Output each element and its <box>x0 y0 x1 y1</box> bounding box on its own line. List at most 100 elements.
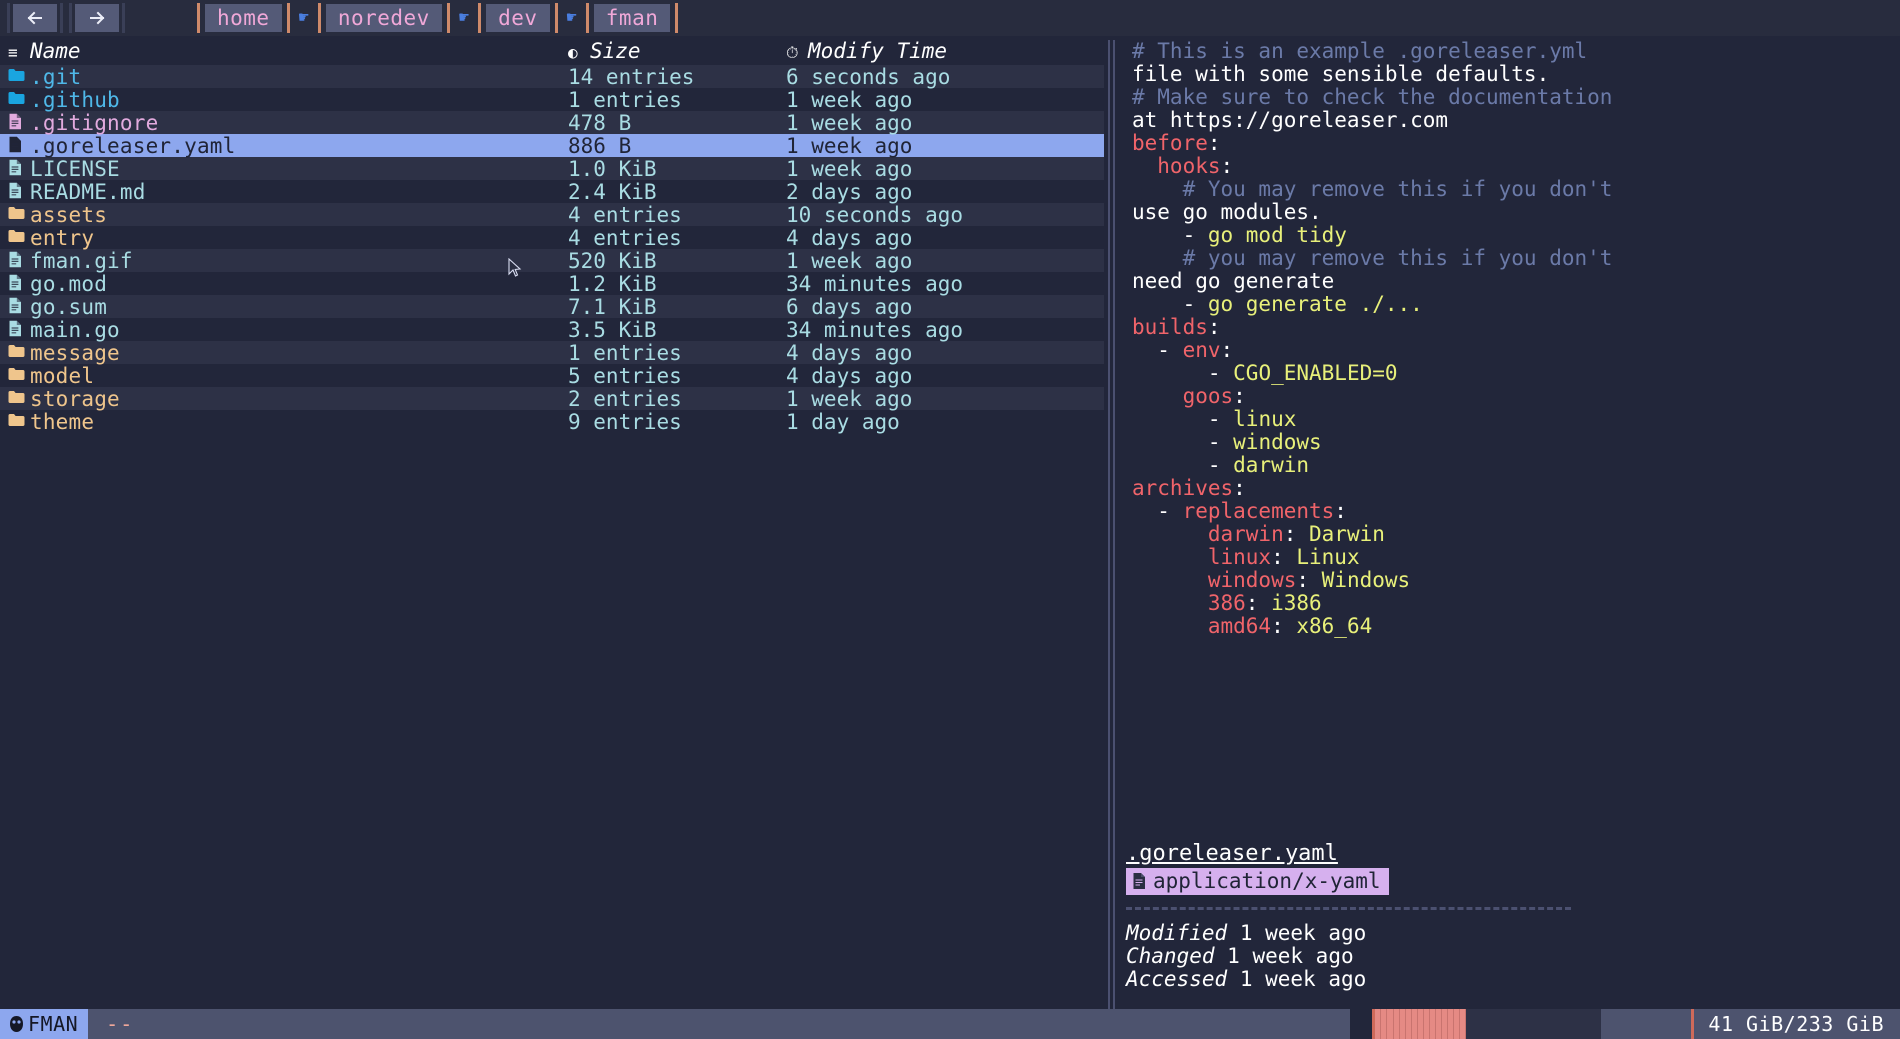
mime-type-label: application/x-yaml <box>1153 869 1381 893</box>
yaml-token-plain: : <box>1207 131 1221 155</box>
metadata-accessed: Accessed 1 week ago <box>1126 968 1586 991</box>
metadata-changed: Changed 1 week ago <box>1126 945 1586 968</box>
column-header-size[interactable]: ◐ Size <box>568 39 786 63</box>
folder-icon <box>8 229 30 246</box>
main-body: ≡ Name ◐ Size ⏱ Modify Time .git 14 entries 6… <box>0 36 1900 1009</box>
file-icon <box>8 297 30 317</box>
yaml-token-comment: # You may remove this if you don't <box>1132 177 1613 201</box>
file-size: 1 entries <box>568 87 682 112</box>
metadata-filename: .goreleaser.yaml <box>1126 841 1338 866</box>
breadcrumb-item-home[interactable]: home <box>205 4 282 32</box>
preview-pane: # This is an example .goreleaser.yml file… <box>1118 36 1900 1009</box>
file-size: 9 entries <box>568 409 682 434</box>
file-row-model[interactable]: model 5 entries 4 days ago <box>0 364 1104 388</box>
file-icon <box>8 251 30 271</box>
forward-button[interactable] <box>75 4 119 32</box>
file-modify-time: 2 days ago <box>786 179 913 204</box>
status-bar: FMAN -- 41 GiB/233 GiB <box>0 1009 1900 1039</box>
yaml-token-dash: - <box>1132 223 1208 247</box>
file-row-gitignore[interactable]: .gitignore 478 B 1 week ago <box>0 111 1104 135</box>
metadata-modified-label: Modified <box>1126 921 1228 945</box>
file-modify-time: 34 minutes ago <box>786 317 964 342</box>
breadcrumb-item-noredev[interactable]: noredev <box>325 4 442 32</box>
file-row-main-go[interactable]: main.go 3.5 KiB 34 minutes ago <box>0 317 1104 342</box>
yaml-token-val: linux <box>1233 407 1297 431</box>
folder-icon <box>8 230 25 242</box>
file-size: 1 entries <box>568 340 682 365</box>
folder-icon <box>8 91 30 108</box>
yaml-line: - go mod tidy <box>1132 224 1900 247</box>
yaml-preview: # This is an example .goreleaser.yml file… <box>1124 36 1900 638</box>
yaml-line: linux: Linux <box>1132 546 1900 569</box>
file-row-go-sum[interactable]: go.sum 7.1 KiB 6 days ago <box>0 295 1104 319</box>
file-row-readme-md[interactable]: README.md 2.4 KiB 2 days ago <box>0 179 1104 204</box>
yaml-line: - linux <box>1132 408 1900 431</box>
file-list-rows: .git 14 entries 6 seconds ago .github 1 entr… <box>0 65 1104 434</box>
yaml-line: darwin: Darwin <box>1132 523 1900 546</box>
file-modify-time: 1 week ago <box>786 133 913 158</box>
folder-icon <box>8 390 30 407</box>
file-name: message <box>30 340 120 365</box>
file-name: .goreleaser.yaml <box>30 133 236 158</box>
yaml-line: - windows <box>1132 431 1900 454</box>
file-row-assets[interactable]: assets 4 entries 10 seconds ago <box>0 203 1104 227</box>
file-row-git[interactable]: .git 14 entries 6 seconds ago <box>0 65 1104 89</box>
yaml-token-plain: : <box>1233 384 1246 408</box>
yaml-line: windows: Windows <box>1132 569 1900 592</box>
file-row-go-mod[interactable]: go.mod 1.2 KiB 34 minutes ago <box>0 271 1104 296</box>
file-name: fman.gif <box>30 248 133 273</box>
back-button[interactable] <box>13 4 57 32</box>
fman-window: home ☛ noredev ☛ dev ☛ fman ≡ Name ◐ Size <box>0 0 1900 1039</box>
yaml-token-key: builds <box>1132 315 1208 339</box>
metadata-divider <box>1126 907 1571 910</box>
file-modify-time: 1 day ago <box>786 409 900 434</box>
metadata-accessed-label: Accessed <box>1126 967 1228 991</box>
file-row-entry[interactable]: entry 4 entries 4 days ago <box>0 226 1104 250</box>
yaml-line: - go generate ./... <box>1132 293 1900 316</box>
yaml-token-val: Windows <box>1321 568 1411 592</box>
breadcrumb-item-fman[interactable]: fman <box>593 4 671 32</box>
yaml-token-dash: - <box>1132 361 1234 385</box>
file-size: 2 entries <box>568 386 682 411</box>
yaml-token-plain: : <box>1334 499 1347 523</box>
yaml-token-key: amd64 <box>1132 614 1272 638</box>
breadcrumb-pipe <box>317 3 321 33</box>
file-list-header: ≡ Name ◐ Size ⏱ Modify Time <box>0 36 1104 65</box>
breadcrumb-item-dev[interactable]: dev <box>486 4 550 32</box>
yaml-token-key: darwin <box>1132 522 1284 546</box>
yaml-token-key: hooks <box>1132 154 1221 178</box>
file-icon <box>8 136 30 156</box>
disk-usage-label: 41 GiB/233 GiB <box>1708 1012 1884 1036</box>
column-header-modify-time[interactable]: ⏱ Modify Time <box>786 39 1104 63</box>
folder-icon <box>8 92 25 104</box>
toolbar-divider <box>7 3 10 33</box>
file-icon <box>8 274 30 294</box>
yaml-line: need go generate <box>1132 270 1900 293</box>
breadcrumb-pipe <box>478 3 482 33</box>
file-icon <box>9 274 21 290</box>
metadata-accessed-value: 1 week ago <box>1239 967 1367 991</box>
yaml-line: at https://goreleaser.com <box>1132 109 1900 132</box>
file-row-github[interactable]: .github 1 entries 1 week ago <box>0 87 1104 112</box>
file-row-goreleaser-yaml[interactable]: .goreleaser.yaml 886 B 1 week ago <box>0 133 1104 158</box>
column-header-name[interactable]: ≡ Name <box>8 39 568 63</box>
file-row-message[interactable]: message 1 entries 4 days ago <box>0 340 1104 365</box>
pane-divider[interactable] <box>1104 36 1118 1009</box>
yaml-line: - replacements: <box>1132 500 1900 523</box>
pointing-hand-icon: ☛ <box>298 8 309 28</box>
folder-icon <box>8 368 25 380</box>
file-row-license[interactable]: LICENSE 1.0 KiB 1 week ago <box>0 156 1104 181</box>
file-row-storage[interactable]: storage 2 entries 1 week ago <box>0 386 1104 411</box>
yaml-line: before: <box>1132 132 1900 155</box>
yaml-token-plain: : <box>1233 476 1246 500</box>
file-name: LICENSE <box>30 156 120 181</box>
mime-type-badge: application/x-yaml <box>1126 868 1389 895</box>
yaml-token-plain: file with some sensible defaults. <box>1132 62 1550 86</box>
yaml-line: - CGO_ENABLED=0 <box>1132 362 1900 385</box>
file-row-theme[interactable]: theme 9 entries 1 day ago <box>0 409 1104 434</box>
file-modify-time: 34 minutes ago <box>786 271 964 296</box>
file-icon <box>8 182 30 202</box>
file-modify-time: 1 week ago <box>786 248 913 273</box>
file-name: theme <box>30 409 95 434</box>
file-row-fman-gif[interactable]: fman.gif 520 KiB 1 week ago <box>0 248 1104 273</box>
